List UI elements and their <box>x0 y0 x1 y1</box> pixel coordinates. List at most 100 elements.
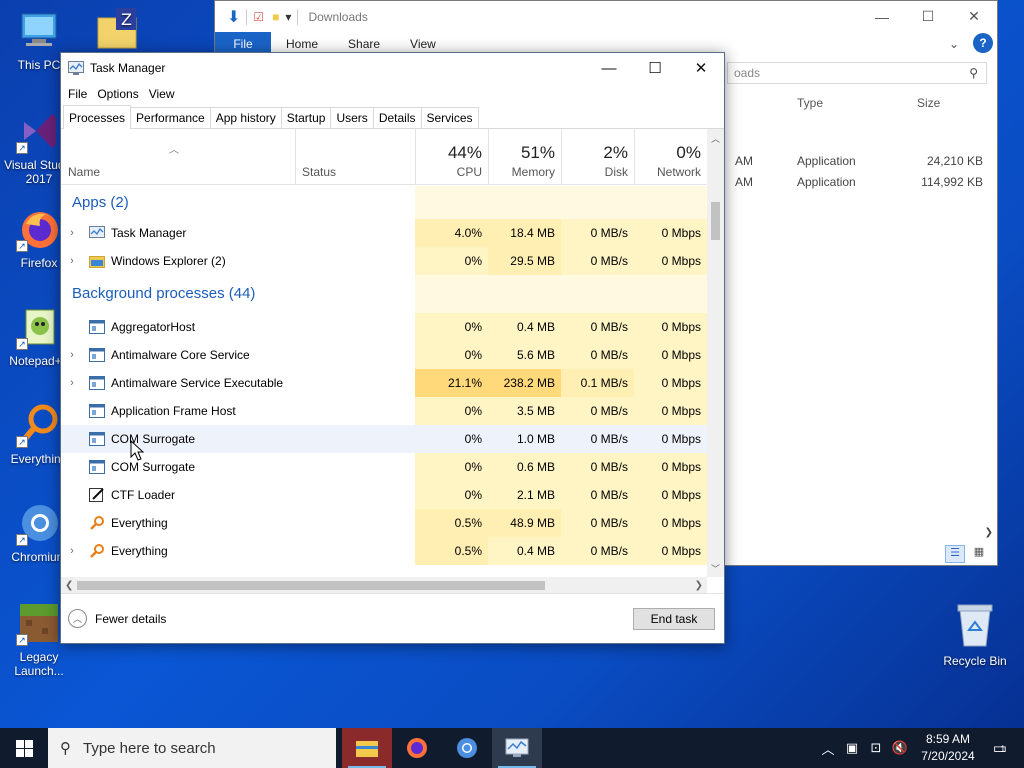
scroll-down-icon[interactable]: ﹀ <box>707 562 724 575</box>
pen-edit-icon <box>89 488 104 502</box>
column-type[interactable]: Type <box>797 96 823 110</box>
minecraft-grass-block-icon: ↗ <box>16 600 62 646</box>
process-row-windows-explorer[interactable]: › Windows Explorer (2) 0% 29.5 MB 0 MB/s… <box>61 247 707 275</box>
scroll-right-icon[interactable]: ❯ <box>695 577 703 594</box>
menu-bar: File Options View <box>61 83 724 105</box>
desktop-icon-zip[interactable]: Z <box>80 6 154 56</box>
menu-file[interactable]: File <box>63 87 92 101</box>
group-header-apps: Apps (2) <box>61 186 707 219</box>
horizontal-scrollbar[interactable]: ❮ ❯ <box>61 577 707 594</box>
maximize-icon[interactable]: ☐ <box>632 53 678 83</box>
process-grid: ︿ Name Status 44% CPU 51% Memory 2% Disk… <box>61 129 724 594</box>
close-icon[interactable]: ✕ <box>678 53 724 83</box>
task-manager-window[interactable]: Task Manager — ☐ ✕ File Options View Pro… <box>60 52 725 644</box>
fewer-details-button[interactable]: ︿ Fewer details <box>68 609 166 628</box>
help-icon[interactable]: ? <box>973 33 993 53</box>
tab-performance[interactable]: Performance <box>130 107 211 128</box>
expand-chevron-icon[interactable]: › <box>61 341 83 369</box>
process-row-hovered[interactable]: COM Surrogate 0% 1.0 MB 0 MB/s 0 Mbps <box>61 425 707 453</box>
computer-icon <box>16 8 62 54</box>
process-row[interactable]: › Antimalware Service Executable 21.1% 2… <box>61 369 707 397</box>
properties-icon[interactable]: ☑ <box>253 10 264 24</box>
large-icons-view-icon[interactable]: ▦ <box>969 545 989 563</box>
menu-view[interactable]: View <box>144 87 180 101</box>
chevron-up-icon[interactable]: ︿ <box>816 739 840 758</box>
column-disk[interactable]: 2% Disk <box>561 129 634 185</box>
tab-startup[interactable]: Startup <box>280 107 332 128</box>
desktop-icon-recycle-bin[interactable]: Recycle Bin <box>940 600 1010 668</box>
minimize-icon[interactable]: — <box>859 1 905 32</box>
volume-muted-icon[interactable]: 🔇 <box>888 740 912 756</box>
chromium-icon <box>457 738 477 758</box>
close-icon[interactable]: ✕ <box>951 1 997 32</box>
horizontal-scroll-thumb[interactable] <box>77 581 545 590</box>
process-row[interactable]: CTF Loader 0% 2.1 MB 0 MB/s 0 Mbps <box>61 481 707 509</box>
group-header-background-processes: Background processes (44) <box>61 275 707 313</box>
tab-app-history[interactable]: App history <box>209 107 282 128</box>
column-name[interactable]: Name <box>68 165 100 179</box>
taskbar-firefox[interactable] <box>392 728 442 768</box>
expand-chevron-icon[interactable]: › <box>61 537 83 565</box>
recycle-bin-icon <box>957 604 993 647</box>
column-memory[interactable]: 51% Memory <box>488 129 561 185</box>
task-manager-app-icon <box>68 61 84 75</box>
column-size[interactable]: Size <box>917 96 940 110</box>
tab-details[interactable]: Details <box>372 107 422 128</box>
expand-chevron-icon[interactable]: › <box>61 247 83 275</box>
quick-access-dropdown-icon[interactable]: ▾ <box>285 10 291 24</box>
vertical-scrollbar[interactable]: ︿ ﹀ <box>707 129 724 577</box>
maximize-icon[interactable]: ☐ <box>905 1 951 32</box>
service-window-icon <box>89 404 105 418</box>
process-row[interactable]: › Antimalware Core Service 0% 5.6 MB 0 M… <box>61 341 707 369</box>
tab-services[interactable]: Services <box>420 107 479 128</box>
column-cpu[interactable]: 44% CPU <box>415 129 488 185</box>
process-row[interactable]: AggregatorHost 0% 0.4 MB 0 MB/s 0 Mbps <box>61 313 707 341</box>
taskbar-chromium[interactable] <box>442 728 492 768</box>
tab-users[interactable]: Users <box>330 107 374 128</box>
clock[interactable]: 8:59 AM 7/20/2024 <box>912 731 984 765</box>
scroll-left-icon[interactable]: ❮ <box>65 577 73 594</box>
process-row-task-manager[interactable]: › Task Manager 4.0% 18.4 MB 0 MB/s 0 Mbp… <box>61 219 707 247</box>
process-row[interactable]: COM Surrogate 0% 0.6 MB 0 MB/s 0 Mbps <box>61 453 707 481</box>
expand-chevron-icon[interactable]: › <box>61 219 83 247</box>
explorer-search-input[interactable]: oads ⚲ <box>727 62 987 84</box>
firefox-icon: ↗ <box>16 206 62 252</box>
service-window-icon <box>89 348 105 362</box>
scroll-up-icon[interactable]: ︿ <box>707 132 724 145</box>
menu-options[interactable]: Options <box>92 87 143 101</box>
visual-studio-icon: ↗ <box>16 108 62 154</box>
chevron-down-icon[interactable]: ⌄ <box>949 32 973 55</box>
process-rows: Apps (2) › Task Manager 4.0% 18.4 MB 0 M… <box>61 186 707 565</box>
firefox-icon <box>407 738 427 758</box>
explorer-view-toggles: ☰ ▦ <box>725 543 997 565</box>
service-window-icon <box>89 460 105 474</box>
process-row[interactable]: Everything 0.5% 48.9 MB 0 MB/s 0 Mbps <box>61 509 707 537</box>
search-icon: ⚲ <box>60 740 71 757</box>
down-arrow-icon: ⬇ <box>227 8 241 26</box>
folder-icon[interactable]: ■ <box>272 10 279 24</box>
explorer-scroll-right-icon[interactable]: ❯ <box>985 527 993 538</box>
network-icon[interactable]: ⊡ <box>864 740 888 756</box>
taskbar-search-box[interactable]: ⚲ Type here to search <box>48 728 336 768</box>
column-header-row: ︿ Name Status 44% CPU 51% Memory 2% Disk… <box>61 129 722 185</box>
service-window-icon <box>89 376 105 390</box>
sort-ascending-icon: ︿ <box>169 145 179 156</box>
end-task-button[interactable]: End task <box>633 608 715 630</box>
taskbar-file-explorer[interactable] <box>342 728 392 768</box>
mouse-cursor-icon <box>130 440 144 461</box>
vertical-scroll-thumb[interactable] <box>711 202 720 240</box>
network-drive-icon[interactable]: ▣ <box>840 740 864 756</box>
column-status[interactable]: Status <box>295 129 415 185</box>
tab-processes[interactable]: Processes <box>63 105 132 129</box>
minimize-icon[interactable]: — <box>586 53 632 83</box>
task-manager-footer: ︿ Fewer details End task <box>61 593 724 643</box>
start-button[interactable] <box>0 728 48 768</box>
everything-search-icon <box>90 516 104 530</box>
notifications-button[interactable]: ▭ 1 <box>984 739 1024 757</box>
details-view-icon[interactable]: ☰ <box>945 545 965 563</box>
process-row[interactable]: › Everything 0.5% 0.4 MB 0 MB/s 0 Mbps <box>61 537 707 565</box>
expand-chevron-icon[interactable]: › <box>61 369 83 397</box>
taskbar-task-manager[interactable] <box>492 728 542 768</box>
process-row[interactable]: Application Frame Host 0% 3.5 MB 0 MB/s … <box>61 397 707 425</box>
column-network[interactable]: 0% Network <box>634 129 707 185</box>
